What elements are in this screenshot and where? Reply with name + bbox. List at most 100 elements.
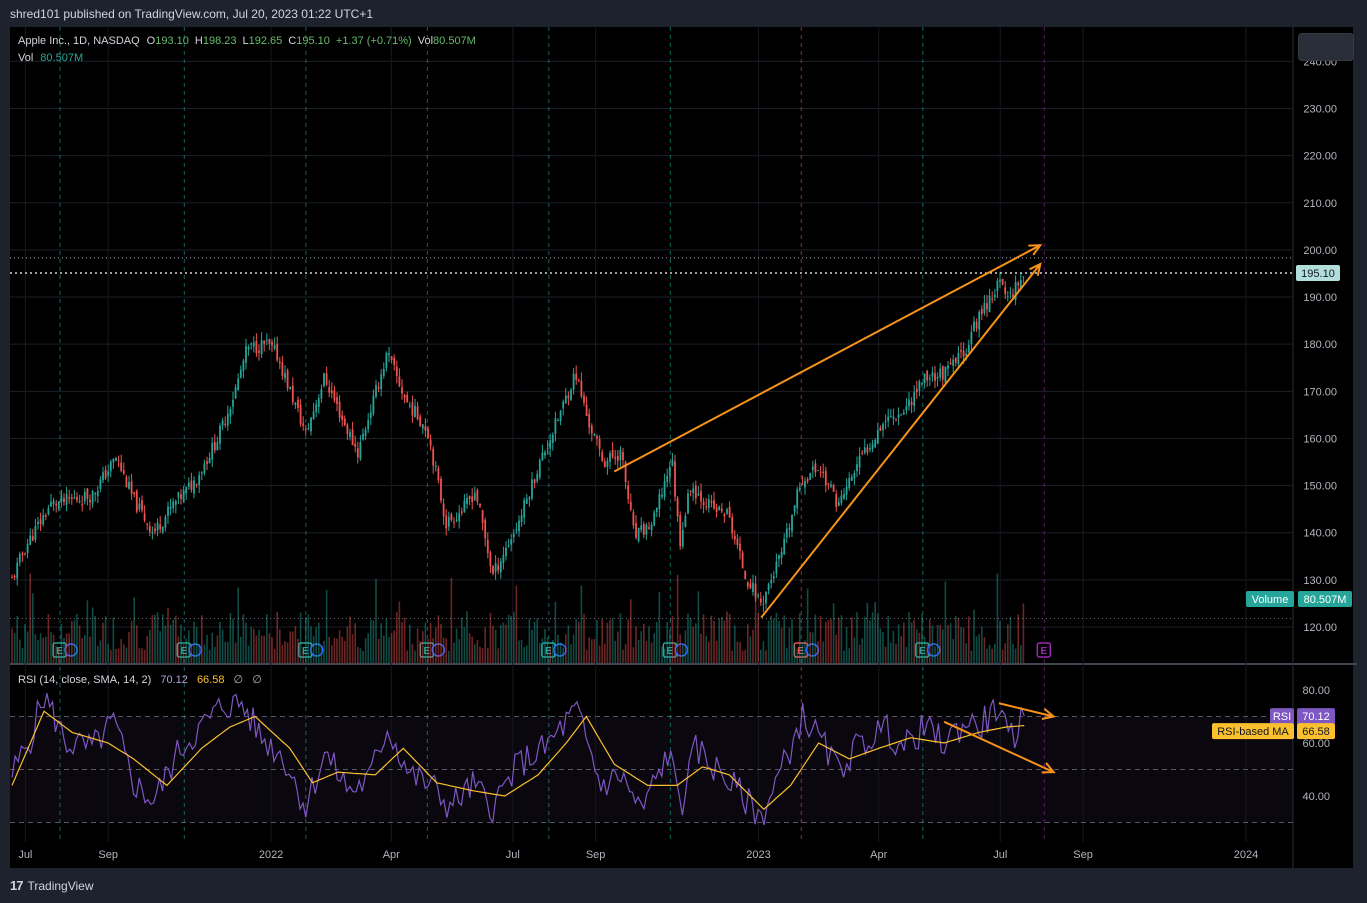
candle-body [442, 503, 445, 517]
candle-body [580, 380, 583, 397]
chart-canvas[interactable]: 120.00 130.00 140.00 150.00 160.00 170.00 180.… [0, 27, 1367, 870]
candle-body [947, 365, 949, 369]
candle-body [258, 350, 260, 353]
volume-bar [757, 612, 759, 663]
candle-body [55, 503, 58, 506]
volume-bar [955, 616, 957, 663]
candle-body [967, 344, 970, 353]
candle-body [484, 520, 487, 539]
candle-body [518, 520, 520, 532]
volume-bar [559, 642, 562, 663]
volume-bar [799, 613, 801, 663]
volume-bar [825, 621, 827, 663]
candle-body [247, 346, 250, 350]
candle-body [505, 547, 507, 556]
candle-body [406, 394, 409, 403]
candle-body [372, 395, 375, 414]
volume-bar [229, 613, 232, 663]
volume-bar [934, 646, 936, 663]
volume-bar [429, 622, 432, 663]
volume-bar [773, 618, 775, 663]
time-tick-label: Jul [993, 849, 1007, 861]
volume-bar [752, 629, 754, 663]
volume-bar [331, 645, 333, 663]
volume-bar [783, 615, 785, 663]
candle-body [798, 487, 801, 491]
candle-body [832, 484, 835, 492]
candle-body [200, 472, 203, 474]
candle-body [746, 582, 749, 587]
chart-toolbar-button[interactable] [1298, 33, 1354, 61]
volume-bar [76, 613, 78, 663]
volume-bar [604, 643, 606, 663]
time-tick-label: Apr [383, 849, 400, 861]
candle-body [52, 500, 55, 505]
volume-bar [991, 648, 993, 663]
volume-bar [916, 629, 918, 663]
candle-body [216, 442, 219, 451]
volume-bar [822, 641, 824, 663]
symbol-title[interactable]: Apple Inc., 1D, NASDAQ [18, 35, 140, 52]
candle-body [320, 389, 323, 399]
candle-body [596, 436, 598, 439]
candle-body [819, 471, 822, 473]
price-candle [135, 489, 138, 514]
volume-bar [461, 617, 463, 663]
volume-bar [281, 644, 284, 663]
volume-bar [734, 625, 736, 663]
candle-body [102, 472, 104, 481]
candle-body [159, 524, 162, 530]
volume-bar [198, 643, 200, 663]
volume-bar [110, 650, 112, 663]
volume-bar [403, 617, 406, 663]
volume-bar [32, 593, 34, 663]
volume-bar [325, 589, 328, 663]
volume-bar [801, 642, 804, 663]
volume-bar [104, 616, 107, 663]
candle-body [1009, 292, 1012, 294]
volume-bar [884, 646, 887, 663]
candle-body [939, 368, 942, 378]
volume-bar [318, 622, 320, 663]
candle-body [172, 501, 175, 508]
volume-bar [375, 579, 377, 663]
volume-bar [929, 619, 931, 663]
tradingview-logo[interactable]: 17 TradingView [10, 878, 94, 893]
volume-bar [84, 635, 86, 663]
candle-body [559, 410, 562, 421]
candle-body [520, 515, 523, 522]
volume-bar [583, 613, 585, 663]
volume-bar [479, 646, 481, 663]
candle-body [957, 352, 960, 364]
vol-row-label[interactable]: Vol [18, 52, 33, 69]
close-value: 195.10 [296, 35, 330, 47]
time-tick-label: Sep [98, 849, 118, 861]
candle-body [861, 452, 864, 454]
candle-body [593, 434, 596, 436]
candle-body [91, 491, 94, 504]
volume-bar [944, 581, 947, 663]
candle-body [785, 528, 788, 538]
candle-body [143, 513, 146, 521]
volume-bar [975, 636, 978, 663]
price-tick-label: 230.00 [1303, 103, 1337, 115]
volume-bar [728, 613, 731, 663]
volume-bar [700, 633, 702, 663]
volume-bar [71, 621, 73, 663]
candle-body [130, 481, 133, 494]
candle-body [954, 358, 957, 363]
volume-bar [632, 647, 635, 663]
volume-bar [856, 612, 858, 663]
volume-bar [663, 648, 666, 663]
price-candle [637, 527, 640, 543]
volume-bar [1009, 616, 1012, 663]
volume-bar [926, 644, 928, 663]
volume-bar [227, 641, 229, 663]
volume-bar [936, 624, 939, 663]
candle-body [629, 501, 632, 510]
volume-bar [874, 602, 876, 663]
volume-bar [323, 640, 325, 663]
volume-bar [710, 615, 713, 663]
volume-bar [523, 647, 525, 663]
rsi-title[interactable]: RSI (14, close, SMA, 14, 2) [18, 674, 151, 686]
